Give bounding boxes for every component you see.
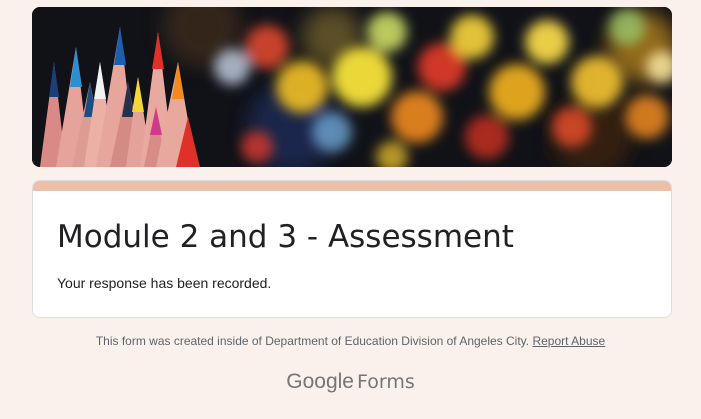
confirmation-card: Module 2 and 3 - Assessment Your respons… — [32, 180, 672, 318]
header-banner-image — [32, 7, 672, 167]
report-abuse-link[interactable]: Report Abuse — [532, 334, 605, 348]
card-accent-bar — [33, 181, 671, 191]
google-forms-logo[interactable]: Google Forms — [0, 370, 701, 394]
logo-brand-text: Google — [286, 370, 354, 393]
footer-created-text: This form was created inside of Departme… — [95, 334, 530, 348]
form-title: Module 2 and 3 - Assessment — [57, 219, 514, 255]
confirmation-message: Your response has been recorded. — [57, 275, 272, 291]
footer-disclaimer: This form was created inside of Departme… — [0, 334, 701, 348]
logo-product-text: Forms — [356, 371, 415, 393]
